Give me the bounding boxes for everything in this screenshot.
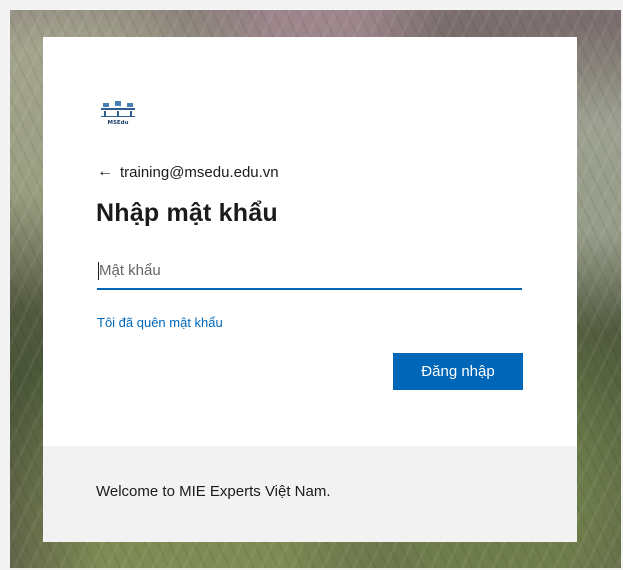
password-input[interactable] bbox=[97, 254, 522, 286]
footer-banner: Welcome to MIE Experts Việt Nam. bbox=[43, 446, 577, 542]
text-caret bbox=[98, 262, 99, 280]
account-email: training@msedu.edu.vn bbox=[120, 163, 279, 181]
page-title: Nhập mật khẩu bbox=[96, 199, 278, 227]
forgot-password-link[interactable]: Tôi đã quên mật khẩu bbox=[97, 315, 223, 330]
msedu-logo: MSEdu bbox=[98, 101, 138, 127]
svg-text:MSEdu: MSEdu bbox=[107, 120, 128, 126]
footer-welcome-text: Welcome to MIE Experts Việt Nam. bbox=[96, 483, 331, 500]
sign-in-button[interactable]: Đăng nhập bbox=[393, 353, 523, 390]
account-back-row[interactable]: ← training@msedu.edu.vn bbox=[97, 161, 279, 183]
sign-in-card: MSEdu ← training@msedu.edu.vn Nhập mật k… bbox=[43, 37, 577, 542]
arrow-left-icon[interactable]: ← bbox=[97, 163, 113, 181]
password-field-wrapper bbox=[97, 254, 522, 290]
msedu-logo-icon: MSEdu bbox=[101, 101, 135, 126]
